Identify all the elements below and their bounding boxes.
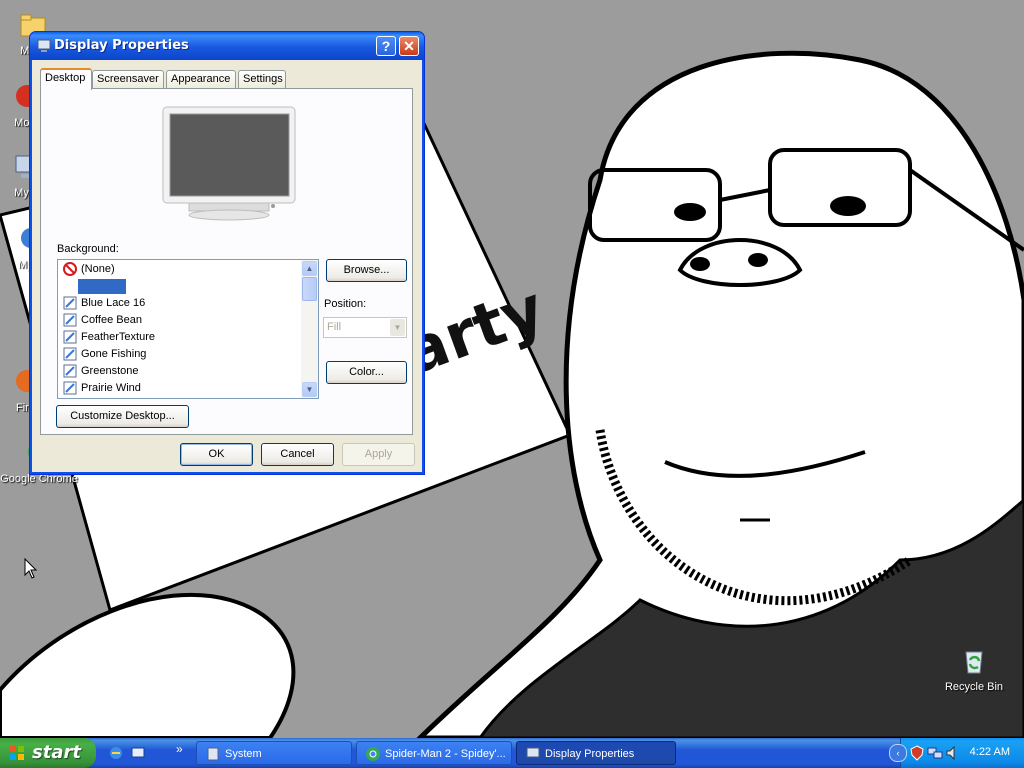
system-icon: [207, 747, 219, 761]
cancel-button[interactable]: Cancel: [261, 443, 334, 466]
list-item[interactable]: Prairie Wind: [61, 380, 297, 397]
volume-icon[interactable]: [945, 745, 961, 761]
desktop: soyjak.party My D Mozil My C My N Firef …: [0, 0, 1024, 738]
desktop-icon-recycle-bin[interactable]: Recycle Bin: [935, 644, 1013, 693]
windows-logo-icon: [10, 746, 24, 760]
tab-screensaver[interactable]: Screensaver: [92, 70, 164, 88]
tab-desktop[interactable]: Desktop: [40, 68, 92, 90]
clock[interactable]: 4:22 AM: [970, 746, 1010, 758]
chrome-icon: [366, 747, 380, 761]
list-item-label: Coffee Bean: [81, 314, 142, 326]
scroll-down-arrow-icon[interactable]: ▼: [302, 382, 317, 397]
image-file-icon: [63, 364, 77, 378]
scrollbar-thumb[interactable]: [302, 277, 317, 301]
list-item[interactable]: Blue Lace 16: [61, 295, 297, 312]
apply-button[interactable]: Apply: [342, 443, 415, 466]
list-item-label: Greenstone: [81, 365, 139, 377]
position-value: Fill: [327, 321, 342, 333]
security-shield-icon[interactable]: [909, 745, 925, 761]
image-file-icon: [63, 381, 77, 395]
no-entry-icon: [63, 262, 77, 276]
display-properties-icon: [37, 39, 51, 52]
network-connection-icon[interactable]: [927, 745, 943, 761]
start-button[interactable]: start: [0, 738, 96, 768]
selected-list-item[interactable]: [78, 279, 126, 294]
list-item[interactable]: Greenstone: [61, 363, 297, 380]
customize-desktop-button[interactable]: Customize Desktop...: [56, 405, 189, 428]
taskbar-item-chrome[interactable]: Spider-Man 2 - Spidey'...: [356, 741, 512, 765]
recycle-bin-icon: [965, 651, 983, 674]
quick-launch-overflow[interactable]: »: [176, 742, 183, 756]
close-button[interactable]: ✕: [399, 36, 419, 56]
tab-appearance[interactable]: Appearance: [166, 70, 236, 88]
start-label: start: [32, 742, 81, 763]
taskbar-item-label: System: [225, 748, 262, 760]
help-button[interactable]: ?: [376, 36, 396, 56]
monitor-preview: [162, 106, 296, 221]
system-tray: ‹ 4:22 AM: [889, 738, 1024, 768]
chevron-down-icon[interactable]: ▼: [390, 319, 405, 336]
title-bar[interactable]: Display Properties ? ✕: [30, 32, 424, 60]
list-item-label: Gone Fishing: [81, 348, 147, 360]
display-properties-icon: [526, 747, 540, 758]
taskbar-item-system[interactable]: System: [196, 741, 352, 765]
taskbar: start » System Spider-Man 2 - Spidey'...…: [0, 738, 1024, 768]
ok-button[interactable]: OK: [180, 443, 253, 466]
image-file-icon: [63, 313, 77, 327]
show-desktop-icon[interactable]: [130, 745, 146, 761]
image-file-icon: [63, 347, 77, 361]
mouse-cursor-icon: [24, 558, 38, 579]
tab-settings[interactable]: Settings: [238, 70, 286, 88]
list-item-label: (None): [81, 263, 115, 275]
internet-explorer-icon[interactable]: [108, 745, 124, 761]
taskbar-item-label: Spider-Man 2 - Spidey'...: [385, 748, 506, 760]
browse-button[interactable]: Browse...: [326, 259, 407, 282]
background-list[interactable]: (None) Blue Lace 16 Coffee Bean FeatherT…: [57, 259, 319, 399]
list-item[interactable]: FeatherTexture: [61, 329, 297, 346]
desktop-icon-label: Recycle Bin: [944, 681, 1004, 693]
list-item[interactable]: (None): [61, 261, 297, 278]
list-item-label: FeatherTexture: [81, 331, 155, 343]
list-item-label: Blue Lace 16: [81, 297, 146, 309]
background-label: Background:: [57, 243, 119, 255]
list-item[interactable]: Coffee Bean: [61, 312, 297, 329]
taskbar-item-label: Display Properties: [545, 748, 635, 760]
color-button[interactable]: Color...: [326, 361, 407, 384]
tray-expand-chevron-icon[interactable]: ‹: [889, 744, 907, 762]
scroll-up-arrow-icon[interactable]: ▲: [302, 261, 317, 276]
image-file-icon: [63, 330, 77, 344]
list-scrollbar[interactable]: ▲ ▼: [301, 260, 318, 398]
display-properties-window: Display Properties ? ✕ Desktop Screensav…: [29, 31, 425, 475]
list-item-label: Prairie Wind: [81, 382, 141, 394]
window-client: Desktop Screensaver Appearance Settings …: [34, 60, 420, 470]
window-title: Display Properties: [54, 38, 189, 53]
list-item[interactable]: Gone Fishing: [61, 346, 297, 363]
image-file-icon: [63, 296, 77, 310]
desktop-tab-panel: Background: (None) Blue Lace 16 Coffee B…: [40, 88, 413, 435]
position-label: Position:: [324, 298, 367, 310]
taskbar-item-display-properties[interactable]: Display Properties: [516, 741, 676, 765]
position-select[interactable]: Fill ▼: [323, 317, 407, 338]
